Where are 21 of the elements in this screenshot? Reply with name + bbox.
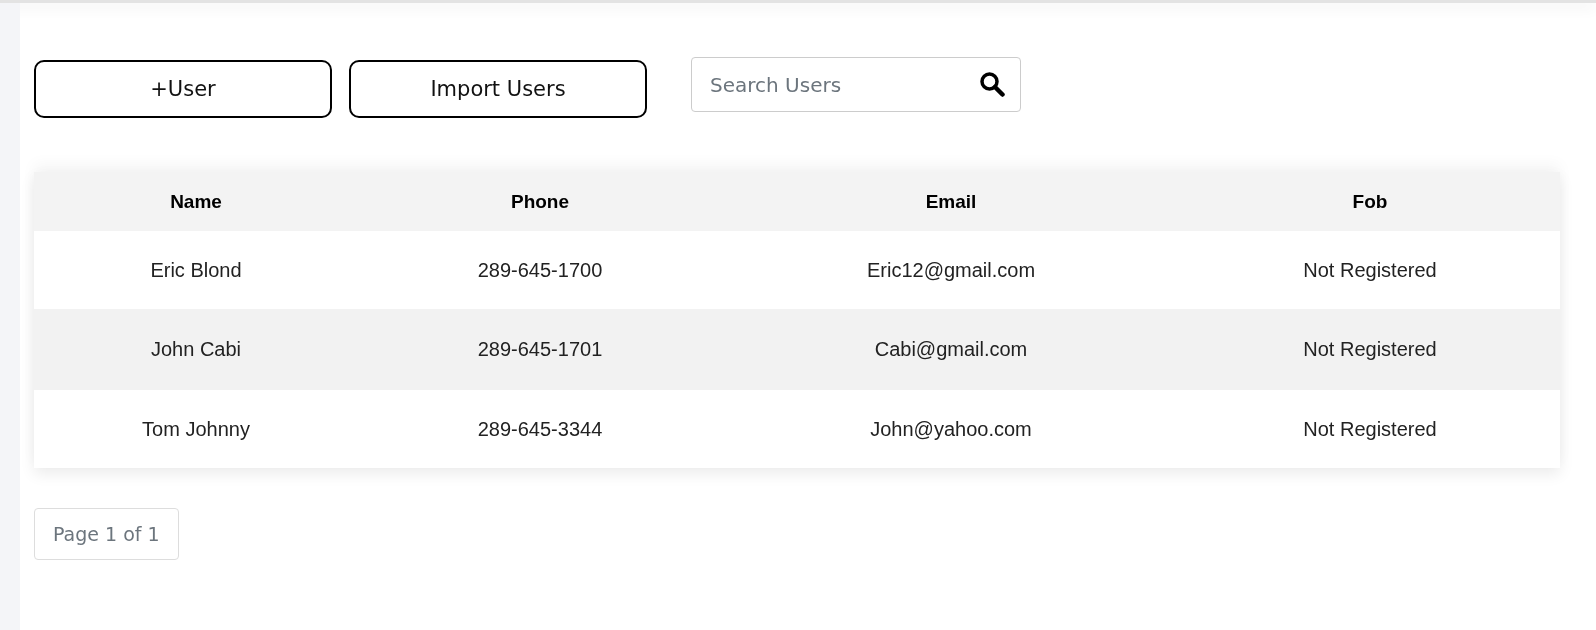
search-icon[interactable] xyxy=(979,71,1005,97)
toolbar-button[interactable]: +User xyxy=(34,60,332,118)
table-cell-text: John Cabi xyxy=(149,338,243,361)
toolbar-button[interactable]: Import Users xyxy=(349,60,647,118)
table-cell-text: Eric Blond xyxy=(149,258,243,282)
column-header: Fob xyxy=(1351,190,1389,213)
table-cell-text: Cabi@gmail.com xyxy=(873,338,1029,361)
table-cell-text: 289-645-3344 xyxy=(476,417,604,441)
column-header: Name xyxy=(169,190,223,213)
column-header: Phone xyxy=(509,190,571,213)
table-cell-text: Not Registered xyxy=(1302,338,1438,361)
table-cell-text: John@yahoo.com xyxy=(869,417,1033,441)
table-cell-text: Tom Johnny xyxy=(141,417,251,441)
table-cell-text: Not Registered xyxy=(1302,417,1438,441)
search-field[interactable]: Search Users xyxy=(691,57,1021,112)
table-cell-text: Eric12@gmail.com xyxy=(865,258,1037,282)
table-cell-text: 289-645-1700 xyxy=(476,258,604,282)
column-header: Email xyxy=(924,190,978,213)
page-indicator: Page 1 of 1 xyxy=(34,508,179,560)
table-cell-text: 289-645-1701 xyxy=(476,338,604,361)
table-cell-text: Not Registered xyxy=(1302,258,1438,282)
